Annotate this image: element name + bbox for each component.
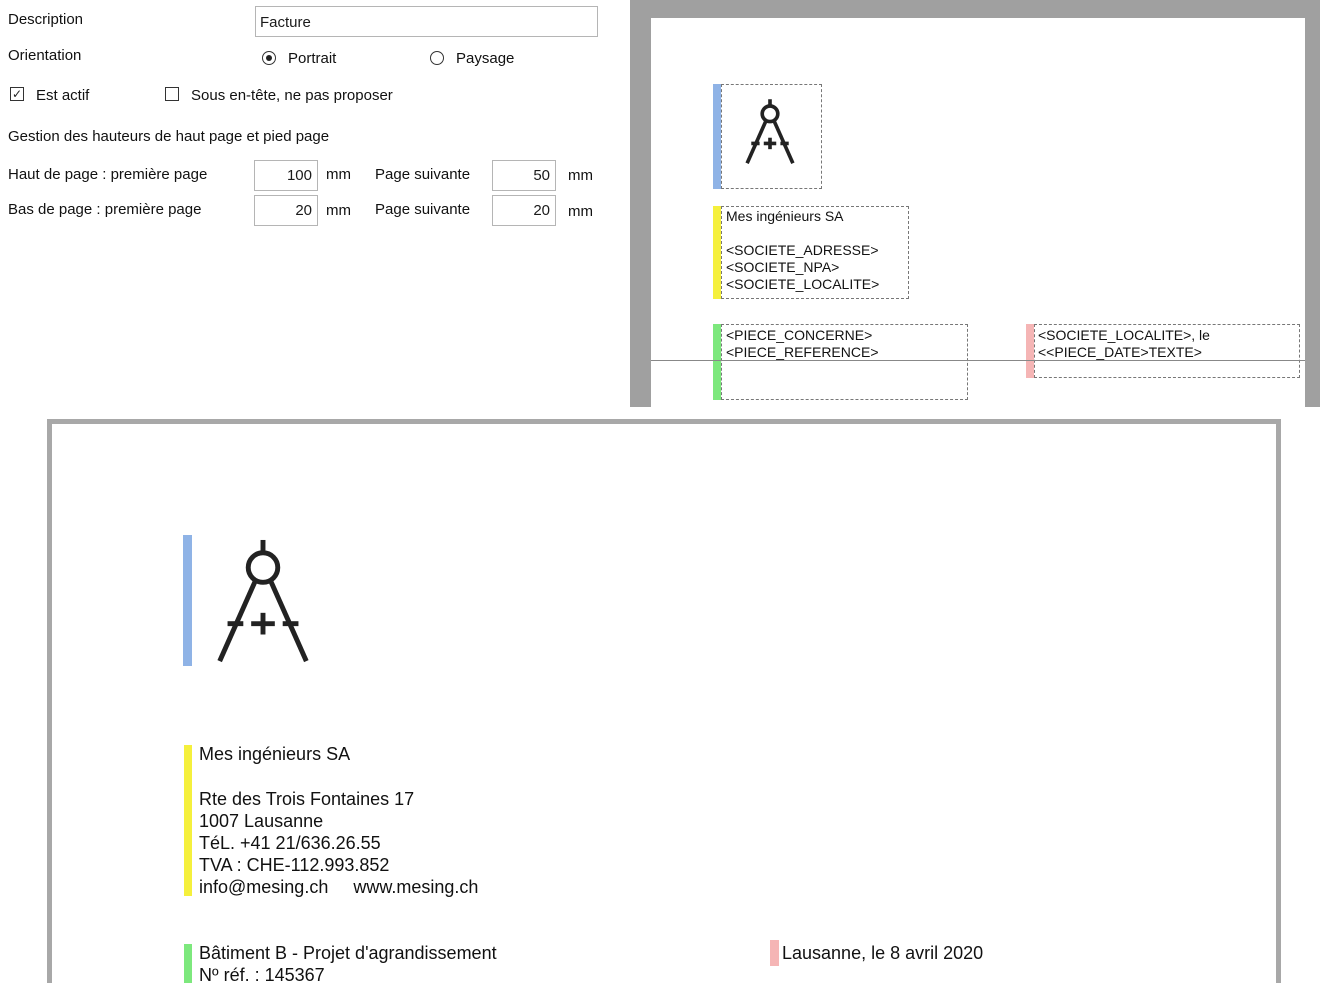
rendered-company-bar (184, 745, 192, 896)
piece-block-bar (713, 324, 721, 400)
bas-first-input[interactable]: 20 (254, 195, 318, 226)
haut-page-suivante-label: Page suivante (375, 166, 471, 183)
haut-first-input[interactable]: 100 (254, 160, 318, 191)
sous-entete-checkbox[interactable] (165, 87, 179, 101)
est-actif-label: Est actif (36, 87, 90, 104)
radio-portrait-label: Portrait (288, 50, 337, 67)
rendered-date-bar (770, 940, 779, 966)
bas-de-page-label: Bas de page : première page (8, 201, 202, 218)
rendered-page (52, 424, 1276, 983)
rendered-date-text: Lausanne, le 8 avril 2020 (782, 943, 984, 963)
orientation-label: Orientation (8, 47, 82, 64)
haut-de-page-label: Haut de page : première page (8, 166, 208, 183)
description-label: Description (8, 11, 84, 28)
description-input[interactable]: Facture (255, 6, 598, 37)
section-title: Gestion des hauteurs de haut page et pie… (8, 128, 330, 145)
rendered-piece-bar (184, 944, 192, 983)
bas-next-input[interactable]: 20 (492, 195, 556, 226)
rendered-logo-bar (183, 535, 192, 666)
bas-first-unit: mm (326, 202, 351, 219)
rendered-company-name: Mes ingénieurs SA (199, 744, 351, 764)
bas-page-suivante-label: Page suivante (375, 201, 471, 218)
company-block-bar (713, 206, 721, 299)
radio-portrait[interactable] (262, 51, 276, 65)
date-block-bar (1026, 324, 1034, 378)
logo-block-bar (713, 84, 721, 189)
piece-block-text: <PIECE_CONCERNE> <PIECE_REFERENCE> (726, 327, 879, 360)
company-block-text: Mes ingénieurs SA <SOCIETE_ADRESSE> <SOC… (726, 208, 880, 292)
radio-paysage-label: Paysage (456, 50, 515, 67)
compass-logo-icon (745, 99, 795, 164)
date-block-text: <SOCIETE_LOCALITE>, le <<PIECE_DATE>TEXT… (1038, 327, 1210, 360)
header-limit-line[interactable] (651, 360, 1305, 361)
haut-next-unit: mm (568, 167, 593, 184)
haut-first-unit: mm (326, 166, 351, 183)
bas-next-unit: mm (568, 203, 593, 220)
radio-paysage[interactable] (430, 51, 444, 65)
est-actif-checkbox[interactable]: ✓ (10, 87, 24, 101)
sous-entete-label: Sous en-tête, ne pas proposer (191, 87, 393, 104)
rendered-piece-text: Bâtiment B - Projet d'agrandissement Nº … (199, 943, 497, 985)
rendered-company-address: Rte des Trois Fontaines 17 1007 Lausanne… (199, 789, 479, 897)
compass-logo-icon (217, 539, 309, 663)
haut-next-input[interactable]: 50 (492, 160, 556, 191)
